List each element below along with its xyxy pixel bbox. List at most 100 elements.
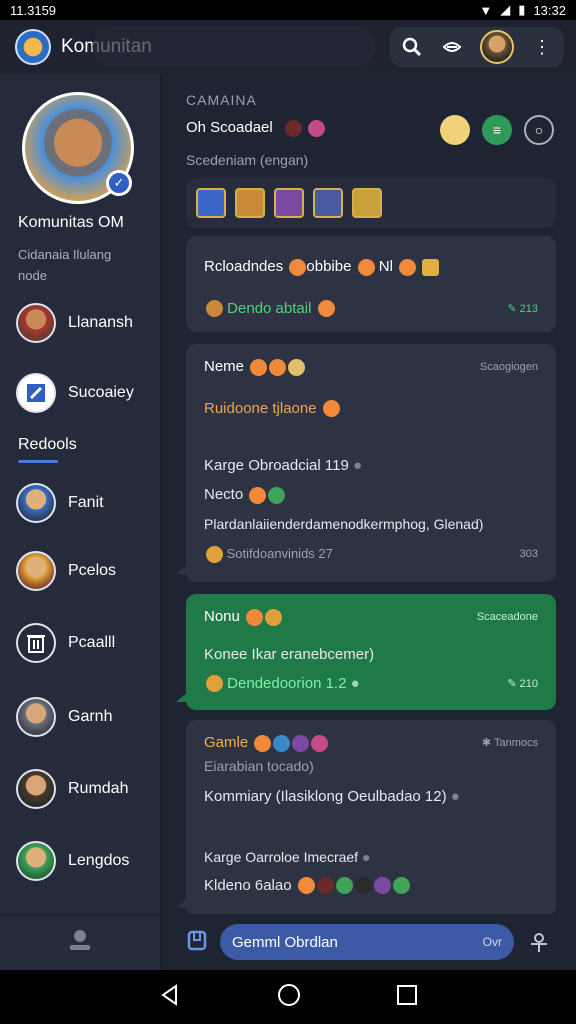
battery-icon: ▮ <box>518 2 526 17</box>
message-time: ✎ 210 <box>507 677 538 690</box>
link-text: Dendedoorion 1.2 <box>227 674 347 692</box>
message-link[interactable]: Dendedoorion 1.2 ● <box>204 675 360 693</box>
message-header: Nonu Scaceadone <box>204 608 538 626</box>
user-avatar[interactable] <box>480 30 514 64</box>
channel-title: Oh Scoadael <box>186 119 326 137</box>
channel-title-text: Oh Scoadael <box>186 119 273 136</box>
status-time: 11.3159 <box>10 2 57 18</box>
author-name: Nonu <box>204 608 240 625</box>
thumbnail[interactable] <box>352 188 382 218</box>
message-card[interactable]: Rcloadndes obbibe Nl Dendo abtail ✎ 213 <box>186 236 556 332</box>
bubble-tail <box>176 898 188 908</box>
sidebar-item-label: Llanansh <box>68 314 133 331</box>
emoji-icon <box>206 300 223 318</box>
search-bar-background[interactable] <box>91 27 376 67</box>
sidebar-item-garnh[interactable]: Garnh <box>16 696 112 738</box>
line-text: Kommiary (Ilasiklong Oeulbadao 12) <box>204 787 447 805</box>
message-card[interactable]: Neme Scaogiogen Ruidoone tjlaone Karge O… <box>176 344 556 582</box>
avatar-icon <box>16 303 56 343</box>
message-line: Kldeno 6alao <box>204 877 538 895</box>
message-input[interactable]: Gemml Obrdlan Ovr <box>220 924 514 960</box>
signal-icon: ◢ <box>500 2 511 17</box>
message-footer: Dendedoorion 1.2 ● ✎ 210 <box>204 675 538 693</box>
search-icon[interactable] <box>400 35 424 59</box>
message-card[interactable]: Gamle ✱ Tanmocs Eiarabian tocado) Kommia… <box>176 720 556 916</box>
home-icon[interactable] <box>277 983 301 1012</box>
more-vert-icon[interactable]: ⋮ <box>530 35 554 59</box>
channel-subtitle: Scedeniam (engan) <box>186 152 309 168</box>
message-card-highlighted[interactable]: Nonu Scaceadone Konee Ikar eranebcemer) … <box>176 594 556 710</box>
emoji-icon <box>254 734 272 752</box>
message-author: Gamle <box>204 734 329 752</box>
input-hint: Ovr <box>482 935 502 949</box>
top-actions: ⋮ <box>390 27 564 67</box>
sidebar-item-sucoaiey[interactable]: Sucoaiey <box>16 372 134 414</box>
message-meta: Scaogiogen <box>479 360 538 373</box>
record-icon[interactable]: ○ <box>524 115 554 145</box>
message-meta: Scaceadone <box>476 610 538 623</box>
emoji-icon <box>269 358 287 376</box>
message-link[interactable]: Dendo abtail <box>204 300 335 318</box>
emoji-reaction-icon[interactable] <box>440 115 470 145</box>
emoji-icon <box>273 734 291 752</box>
app-logo-icon[interactable] <box>15 29 51 65</box>
avatar-icon <box>16 483 56 523</box>
profile-description: Cidanaia Ilulang node <box>18 247 112 283</box>
voice-icon[interactable] <box>528 930 550 959</box>
emoji-icon <box>289 258 307 276</box>
avatar-icon <box>16 769 56 809</box>
emoji-icon <box>288 358 306 376</box>
thumbnail-list <box>196 188 546 218</box>
sidebar-item-label: Pcelos <box>68 562 117 579</box>
recents-icon[interactable] <box>396 984 418 1011</box>
thumbnail[interactable] <box>274 188 304 218</box>
attach-icon[interactable] <box>186 928 208 957</box>
emoji-icon <box>206 675 223 693</box>
thumbnail[interactable] <box>235 188 265 218</box>
verified-badge-icon: ✓ <box>106 170 132 196</box>
sidebar-item-label: Sucoaiey <box>68 384 134 401</box>
message-author: Rcloadndes obbibe Nl <box>204 258 538 276</box>
filter-icon[interactable] <box>440 35 464 59</box>
sidebar-item-pcelos[interactable]: Pcelos <box>16 550 116 592</box>
back-icon[interactable] <box>158 983 182 1012</box>
sidebar-item-lengdos[interactable]: Lengdos <box>16 840 129 882</box>
menu-list-icon[interactable]: ≡ <box>482 115 512 145</box>
sidebar-item-label: Lengdos <box>68 852 130 869</box>
thumbnail[interactable] <box>313 188 343 218</box>
link-text: Dendo abtail <box>227 299 312 317</box>
profile-name: Komunitas OM <box>18 214 124 231</box>
message-composer: Gemml Obrdlan Ovr <box>162 914 576 970</box>
system-nav-bar <box>0 970 576 1024</box>
sidebar-item-fanit[interactable]: Fanit <box>16 482 104 524</box>
highlight-text: Ruidoone tjlaone <box>204 399 317 417</box>
sidebar-item-rumdah[interactable]: Rumdah <box>16 768 128 810</box>
message-header: Neme Scaogiogen <box>204 358 538 376</box>
sidebar-item-pcaalll[interactable]: Pcaalll <box>16 622 115 664</box>
info-icon: ● <box>350 674 360 692</box>
wifi-icon: ▼ <box>479 2 493 18</box>
status-right-time: 13:32 <box>533 2 566 18</box>
header-actions: ≡ ○ <box>440 115 554 145</box>
author-name: Gamle <box>204 734 249 751</box>
trash-icon <box>16 623 56 663</box>
emoji-icon <box>373 877 391 895</box>
info-icon: ● <box>353 457 363 475</box>
emoji-icon <box>392 877 410 895</box>
thumbnail[interactable] <box>196 188 226 218</box>
profile-settings-icon[interactable] <box>66 926 94 959</box>
sidebar-item-label: Pcaalll <box>68 634 116 651</box>
avatar-icon <box>16 841 56 881</box>
emoji-icon <box>316 877 334 895</box>
avatar-icon <box>16 551 56 591</box>
sidebar: ✓ Komunitas OM Cidanaia Ilulang node Lla… <box>0 74 162 970</box>
author-name: Neme <box>204 358 245 375</box>
sidebar-item-llanansh[interactable]: Llanansh <box>16 302 133 344</box>
emoji-icon <box>317 300 335 318</box>
message-footer: Dendo abtail ✎ 213 <box>204 300 538 318</box>
emoji-icon <box>284 119 302 137</box>
emoji-icon <box>206 545 223 563</box>
message-line: Konee Ikar eranebcemer) <box>204 645 375 663</box>
line-text: Karge Obroadcial 119 <box>204 457 349 475</box>
info-icon: ● <box>450 787 460 805</box>
